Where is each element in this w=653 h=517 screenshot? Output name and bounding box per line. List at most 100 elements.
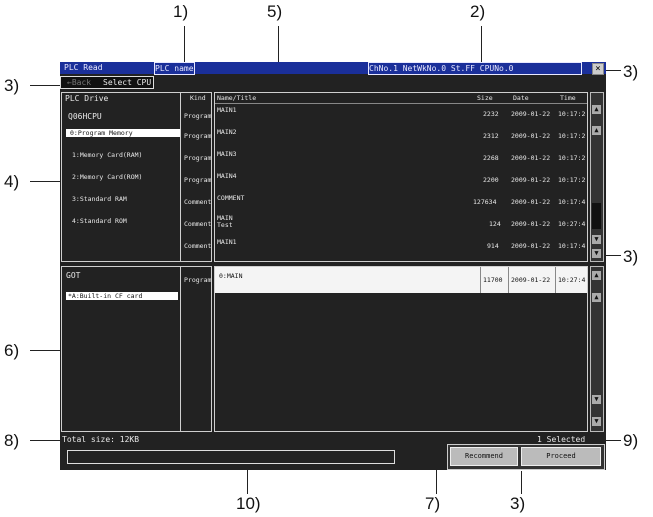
callout-1: 1): [173, 2, 189, 21]
selected-count: 1 Selected: [537, 435, 586, 444]
file-row-date: 2009-01-22: [511, 242, 551, 250]
drive-item-2[interactable]: 2:Memory Card(ROM): [72, 173, 142, 181]
drive-item-3[interactable]: 3:Standard RAM: [72, 195, 127, 203]
file-row-size: 914: [487, 242, 499, 250]
scroll-bottom-icon[interactable]: ▼: [592, 249, 601, 258]
kind-cell: Comment: [184, 198, 212, 206]
scroll-bottom-icon[interactable]: ▼: [592, 417, 601, 426]
callout-6: 6): [4, 341, 20, 360]
header-divider: [215, 103, 587, 104]
callout-4: 4): [4, 172, 20, 191]
kind-cell: Comment: [184, 242, 212, 250]
kind-cell: Comment: [184, 220, 212, 228]
file-row-size: 2200: [483, 176, 499, 184]
close-icon: ×: [595, 64, 601, 74]
plc-drive-panel: PLC Drive Kind Q06HCPU 0:Program Memory …: [61, 92, 212, 262]
got-header: GOT: [66, 271, 81, 280]
message-bar: [67, 450, 395, 464]
plc-name-box: PLC name: [154, 62, 195, 75]
col-time-header: Time: [560, 94, 576, 102]
drive-item-0[interactable]: 0:Program Memory: [66, 129, 180, 137]
scroll-down-icon[interactable]: ▼: [592, 235, 601, 244]
got-file-list: 0:MAIN 11700 2009-01-22 10:27:4: [214, 266, 588, 432]
file-row-name[interactable]: MAIN4: [217, 172, 237, 180]
got-drive-item[interactable]: *A:Built-in CF card: [66, 292, 178, 300]
callout-3-scroll: 3): [623, 247, 639, 266]
callout-8: 8): [4, 431, 20, 450]
got-drive-panel: GOT Program *A:Built-in CF card: [61, 266, 212, 432]
kind-cell: Program: [184, 112, 212, 120]
scroll-thumb[interactable]: [592, 203, 601, 229]
upper-scrollbar[interactable]: ▲ ▲ ▼ ▼: [590, 92, 604, 262]
callout-3-buttons: 3): [510, 494, 526, 513]
lower-scrollbar[interactable]: ▲ ▲ ▼ ▼: [590, 266, 604, 432]
file-row-size: 2312: [483, 132, 499, 140]
file-row-time: 10:17:4: [558, 198, 586, 206]
got-file-time: 10:27:4: [558, 276, 586, 284]
leader-3-buttons: [521, 471, 522, 494]
got-kind-cell: Program: [184, 276, 212, 284]
file-row-date: 2009-01-22: [511, 110, 551, 118]
plc-drive-header: PLC Drive: [65, 94, 109, 103]
file-row-name[interactable]: MAIN1: [217, 238, 237, 246]
leader-6: [30, 350, 60, 351]
callout-2: 2): [470, 2, 486, 21]
leader-8: [30, 440, 60, 441]
drive-item-4[interactable]: 4:Standard ROM: [72, 217, 127, 225]
callout-7: 7): [425, 494, 441, 513]
file-row-time: 10:27:4: [558, 220, 586, 228]
proceed-button[interactable]: Proceed: [521, 447, 601, 466]
callout-10: 10): [236, 494, 261, 513]
file-row-time: 10:17:2: [558, 176, 586, 184]
file-row-date: 2009-01-22: [511, 176, 551, 184]
file-row-name[interactable]: COMMENT: [217, 194, 244, 202]
file-row-title: Test: [217, 221, 233, 229]
callout-9: 9): [623, 431, 639, 450]
leader-3-scroll: [604, 255, 621, 256]
total-size: Total size: 12KB: [62, 435, 140, 444]
col-name-header: Name/Title: [217, 94, 257, 102]
leader-4: [30, 181, 60, 182]
toolbar: ←Back Select CPU: [60, 76, 154, 89]
got-col-divider: [508, 267, 509, 293]
kind-header: Kind: [190, 94, 206, 102]
got-file-size: 11700: [483, 276, 503, 284]
kind-cell: Program: [184, 154, 212, 162]
got-file-date: 2009-01-22: [511, 276, 551, 284]
file-row-date: 2009-01-22: [511, 220, 551, 228]
got-kind-divider: [180, 267, 181, 431]
file-row-name[interactable]: MAIN2: [217, 128, 237, 136]
callout-3-close: 3): [623, 62, 639, 81]
file-row-date: 2009-01-22: [511, 154, 551, 162]
got-file-name: 0:MAIN: [219, 272, 243, 280]
file-row-time: 10:17:2: [558, 132, 586, 140]
recommend-button[interactable]: Recommend: [450, 447, 518, 466]
got-col-divider: [480, 267, 481, 293]
callout-3-toolbar: 3): [4, 76, 20, 95]
file-row-size: 127634: [473, 198, 497, 206]
file-row-date: 2009-01-22: [511, 132, 551, 140]
file-row-name[interactable]: MAIN1: [217, 106, 237, 114]
got-col-divider: [555, 267, 556, 293]
select-cpu-button[interactable]: Select CPU: [103, 77, 151, 88]
scroll-down-icon[interactable]: ▼: [592, 395, 601, 404]
plc-file-list: Name/Title Size Date Time MAIN1 2232 200…: [214, 92, 588, 262]
kind-cell: Program: [184, 132, 212, 140]
scroll-up-icon[interactable]: ▲: [592, 293, 601, 302]
file-row-size: 2268: [483, 154, 499, 162]
drive-item-1[interactable]: 1:Memory Card(RAM): [72, 151, 142, 159]
col-size-header: Size: [477, 94, 493, 102]
scroll-up-icon[interactable]: ▲: [592, 126, 601, 135]
title-bar: PLC Read PLC name ChNo.1 NetWkNo.0 St.FF…: [60, 62, 606, 75]
window-title: PLC Read: [64, 63, 103, 72]
file-row-date: 2009-01-22: [511, 198, 551, 206]
back-button[interactable]: ←Back: [67, 77, 91, 88]
file-row-size: 2232: [483, 110, 499, 118]
file-row-size: 124: [489, 220, 501, 228]
file-row-name[interactable]: MAIN3: [217, 150, 237, 158]
col-date-header: Date: [513, 94, 529, 102]
scroll-top-icon[interactable]: ▲: [592, 105, 601, 114]
scroll-top-icon[interactable]: ▲: [592, 271, 601, 280]
leader-3-toolbar: [30, 85, 60, 86]
close-button[interactable]: ×: [592, 63, 604, 75]
